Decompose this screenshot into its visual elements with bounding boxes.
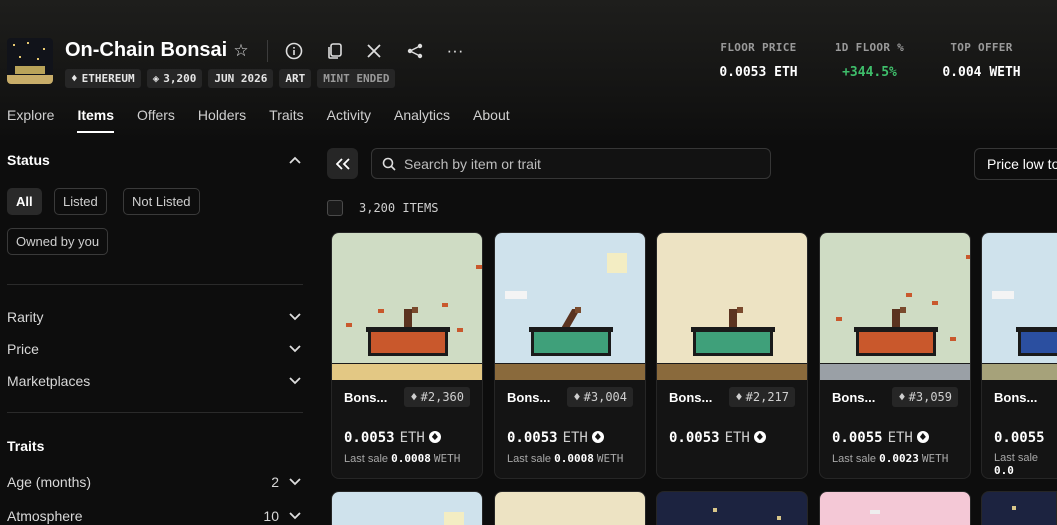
item-card[interactable]: Bons... ♦ #2,360 0.0053 ETH Last sale 0.00… (331, 232, 483, 479)
item-number-badge: ♦ #2,360 (404, 387, 470, 407)
collection-tabs: Explore Items Offers Holders Traits Acti… (7, 107, 533, 133)
collapse-sidebar-button[interactable] (327, 148, 358, 179)
tab-holders[interactable]: Holders (198, 107, 246, 133)
chevron-down-icon (289, 373, 301, 388)
item-last-sale: Last sale 0.0023 WETH (832, 452, 949, 465)
chain-badge: ♦ ETHEREUM (65, 69, 141, 88)
tab-traits[interactable]: Traits (269, 107, 303, 133)
item-last-sale: Last sale 0.0 (994, 452, 1039, 477)
status-title: Status (7, 152, 50, 168)
status-owned-pill[interactable]: Owned by you (7, 228, 109, 255)
status-not-listed-pill[interactable]: Not Listed (123, 188, 200, 215)
chevron-down-icon (289, 309, 301, 324)
layers-icon: ◈ (152, 72, 160, 85)
traits-title: Traits (7, 438, 45, 454)
chevron-down-icon (289, 341, 301, 356)
opensea-icon (916, 431, 929, 443)
item-number-badge: ♦ #3,059 (892, 387, 958, 407)
item-card[interactable]: Bons... ♦ #3,059 0.0055 ETH Last sale 0.00… (819, 232, 971, 479)
mint-status-badge: MINT ENDED (317, 69, 396, 88)
opensea-icon (753, 431, 766, 443)
item-last-sale: Last sale 0.0008 WETH (344, 452, 461, 465)
divider (7, 412, 303, 413)
stat-floor-price: FLOOR PRICE 0.0053 ETH (719, 41, 798, 80)
item-card[interactable] (494, 491, 646, 525)
supply-badge: ◈ 3,200 (146, 69, 203, 88)
category-badge: ART (279, 69, 312, 88)
item-card[interactable]: Bons... ♦ #2,217 0.0053 ETH (656, 232, 808, 479)
x-twitter-icon[interactable] (363, 40, 385, 62)
chevron-up-icon[interactable] (289, 152, 301, 167)
search-icon (382, 157, 396, 171)
stat-top-offer: TOP OFFER 0.004 WETH (942, 41, 1021, 80)
more-icon[interactable]: ··· (444, 40, 466, 62)
chevron-down-icon (289, 474, 301, 489)
tab-items[interactable]: Items (77, 107, 114, 133)
ethereum-icon: ♦ (898, 390, 906, 404)
item-image (982, 233, 1057, 380)
items-count: 3,200 ITEMS (359, 201, 439, 215)
collection-title: On-Chain Bonsai (65, 39, 228, 61)
ethereum-icon: ♦ (735, 390, 743, 404)
ethereum-icon: ♦ (71, 72, 78, 85)
select-all-checkbox[interactable] (327, 200, 343, 216)
item-card[interactable] (981, 491, 1057, 525)
item-image (495, 233, 645, 380)
tab-offers[interactable]: Offers (137, 107, 175, 133)
chevron-down-icon (289, 508, 301, 523)
trait-age-months[interactable]: Age (months) 2 (7, 474, 303, 492)
item-last-sale: Last sale 0.0008 WETH (507, 452, 624, 465)
item-card[interactable] (656, 491, 808, 525)
status-listed-pill[interactable]: Listed (54, 188, 107, 215)
item-price: 0.0055 (994, 430, 1045, 446)
filter-marketplaces[interactable]: Marketplaces (7, 373, 303, 391)
item-card[interactable]: Bons... ♦ #3,004 0.0053 ETH Last sale 0.00… (494, 232, 646, 479)
tab-analytics[interactable]: Analytics (394, 107, 450, 133)
ethereum-icon: ♦ (573, 390, 581, 404)
filter-rarity[interactable]: Rarity (7, 309, 303, 327)
item-image (657, 233, 807, 380)
date-badge: JUN 2026 (208, 69, 274, 88)
item-price: 0.0053 ETH (507, 430, 604, 446)
opensea-icon (428, 431, 441, 443)
tab-about[interactable]: About (473, 107, 510, 133)
collection-header: On-Chain Bonsai ☆ ··· ♦ ETHEREUM ◈ 3,200 J… (0, 0, 1057, 140)
filter-sidebar: Status All Listed Not Listed Owned by yo… (7, 140, 303, 525)
tab-activity[interactable]: Activity (327, 107, 371, 133)
collection-badges: ♦ ETHEREUM ◈ 3,200 JUN 2026 ART MINT ENDED (65, 69, 396, 88)
item-image (820, 233, 970, 380)
copy-icon[interactable] (324, 40, 346, 62)
item-card[interactable] (331, 491, 483, 525)
item-search-box[interactable] (371, 148, 771, 179)
sort-select[interactable]: Price low to high (974, 148, 1057, 180)
divider (267, 40, 268, 62)
item-price: 0.0055 ETH (832, 430, 929, 446)
filter-price[interactable]: Price (7, 341, 303, 359)
item-card[interactable]: Bons... 0.0055 Last sale 0.0 (981, 232, 1057, 479)
collection-logo (7, 38, 53, 84)
item-number-badge: ♦ #2,217 (729, 387, 795, 407)
divider (7, 284, 303, 285)
item-price: 0.0053 ETH (344, 430, 441, 446)
stat-1d-floor: 1D FLOOR % +344.5% (834, 41, 905, 80)
status-all-pill[interactable]: All (7, 188, 42, 215)
item-image (332, 233, 482, 380)
ethereum-icon: ♦ (410, 390, 418, 404)
opensea-icon (591, 431, 604, 443)
trait-atmosphere[interactable]: Atmosphere 10 (7, 508, 303, 525)
item-name: Bons... (994, 390, 1038, 405)
double-chevron-left-icon (335, 157, 350, 170)
item-card[interactable] (819, 491, 971, 525)
info-icon[interactable] (283, 40, 305, 62)
item-number-badge: ♦ #3,004 (567, 387, 633, 407)
item-search-input[interactable] (404, 155, 764, 172)
item-price: 0.0053 ETH (669, 430, 766, 446)
tab-explore[interactable]: Explore (7, 107, 54, 133)
share-icon[interactable] (404, 40, 426, 62)
star-icon[interactable]: ☆ (230, 40, 252, 62)
